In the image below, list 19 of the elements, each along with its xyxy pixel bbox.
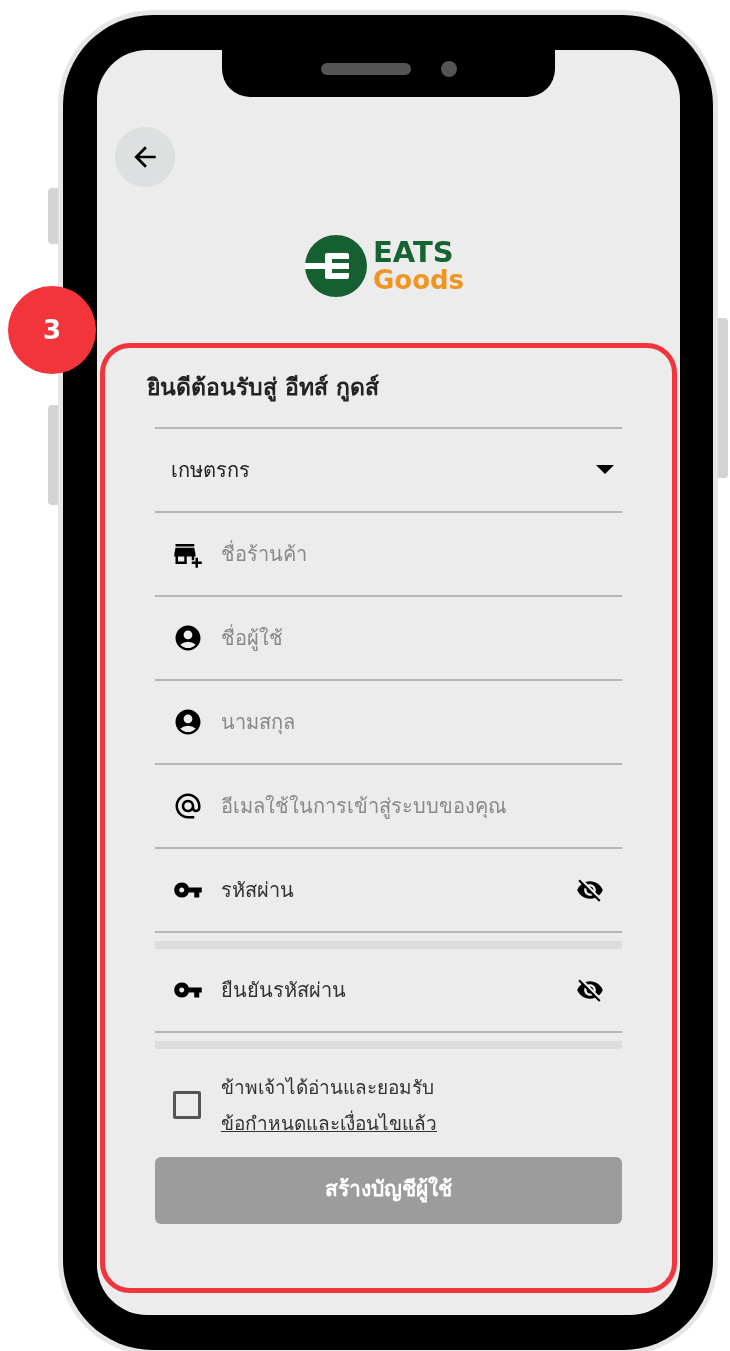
logo-wordmark: EATS	[372, 238, 455, 266]
input-field[interactable]: รหัสผ่าน	[221, 874, 558, 905]
role-dropdown[interactable]: เกษตรกร	[155, 428, 622, 513]
terms-checkbox[interactable]	[173, 1090, 201, 1119]
input-field[interactable]: ชื่อผู้ใช้	[221, 622, 604, 653]
speaker-icon	[320, 62, 411, 75]
input-field[interactable]: อีเมลใช้ในการเข้าสู่ระบบของคุณ	[221, 790, 604, 821]
terms-text: ข้าพเจ้าได้อ่านและยอมรับ ข้อกำหนดและเงื่อนไขแล้ว	[221, 1074, 438, 1136]
input-field[interactable]: นามสกุล	[221, 706, 604, 737]
fork-logo-icon	[304, 235, 367, 297]
input-field[interactable]: ชื่อร้านค้า	[221, 538, 604, 569]
terms-link[interactable]: ข้อกำหนดและเงื่อนไขแล้ว	[221, 1111, 437, 1134]
form-title: ยินดีต้อนรับสู่ อีทส์ กูดส์	[147, 373, 380, 404]
camera-icon	[440, 60, 457, 77]
input-field[interactable]: ยืนยันรหัสผ่าน	[221, 974, 558, 1005]
step-badge: 3	[8, 286, 96, 374]
dropdown-value: เกษตรกร	[171, 456, 250, 484]
caret-icon	[596, 465, 614, 474]
logo-subword: Goods	[372, 266, 465, 294]
